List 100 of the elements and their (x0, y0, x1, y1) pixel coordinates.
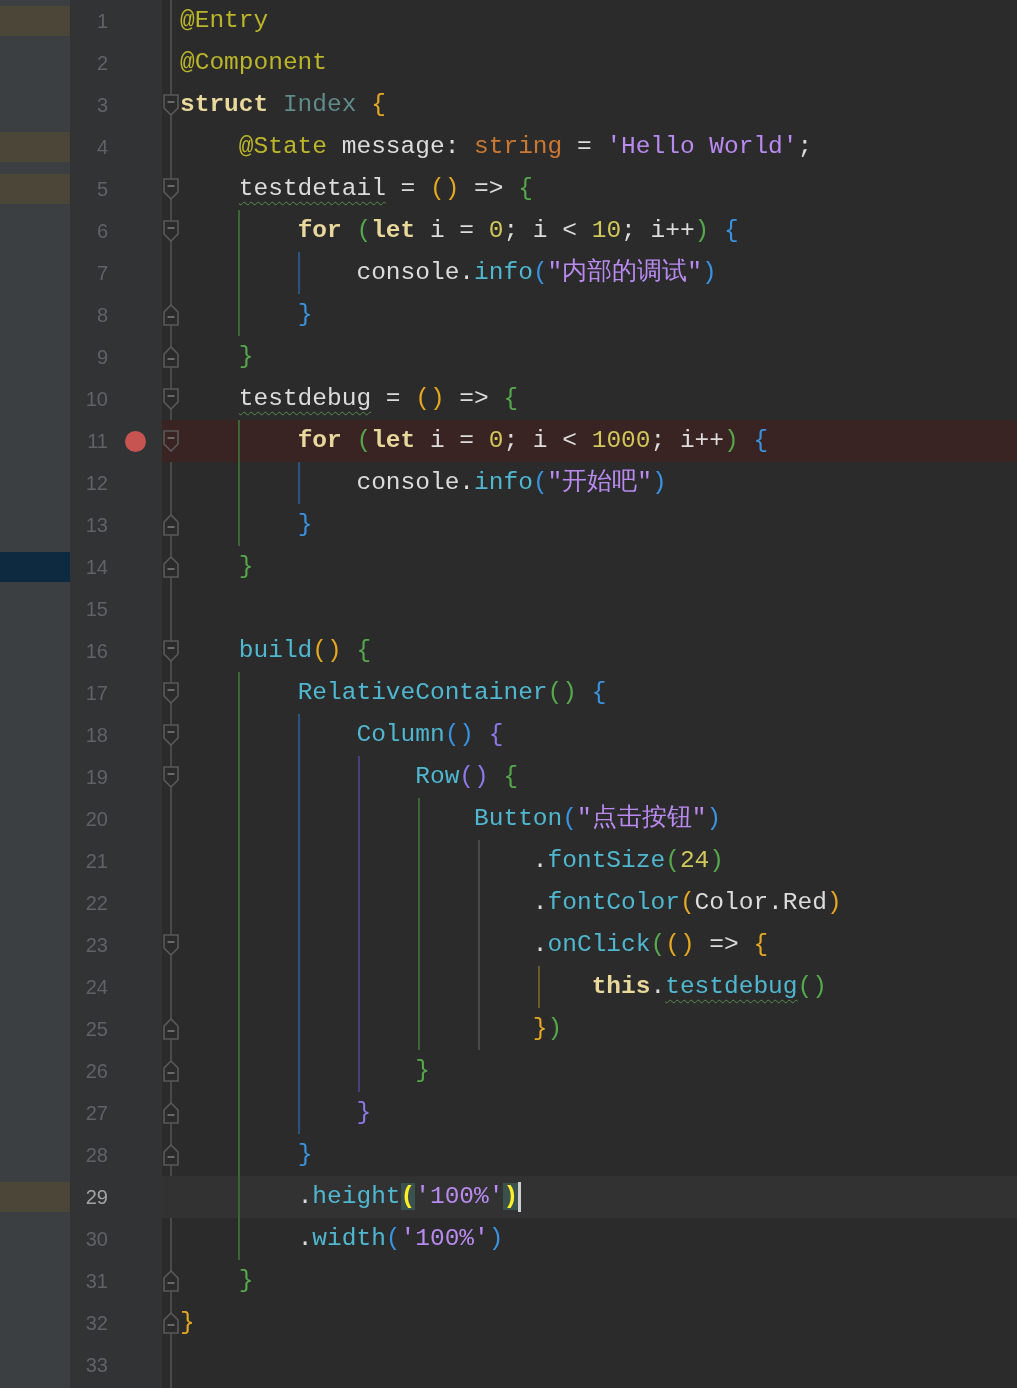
code-token: () (429, 175, 460, 202)
code-token: } (356, 1099, 372, 1126)
code-token: => (474, 175, 504, 202)
fold-collapse-icon[interactable] (163, 388, 179, 410)
fold-collapse-icon[interactable] (163, 766, 179, 788)
fold-collapse-icon[interactable] (163, 220, 179, 242)
fold-end-icon[interactable] (163, 1144, 179, 1166)
code-token: ) (724, 427, 739, 454)
code-token: this (591, 973, 651, 1000)
code-token: { (503, 385, 519, 412)
code-token: { (371, 91, 386, 118)
code-token: () (444, 721, 475, 748)
code-token: ( (532, 259, 548, 286)
code-token: () (415, 385, 445, 412)
code-token: ) (702, 259, 717, 286)
fold-collapse-icon[interactable] (163, 430, 179, 452)
code-token: { (488, 721, 504, 748)
fold-end-icon[interactable] (163, 346, 179, 368)
code-token: "开始吧" (547, 469, 652, 496)
fold-collapse-icon[interactable] (163, 682, 179, 704)
code-token: { (591, 679, 607, 706)
code-token: . (532, 847, 548, 874)
code-token: } (238, 553, 254, 580)
code-token: () (665, 931, 695, 958)
code-token: info (474, 469, 533, 496)
code-token: @Component (180, 49, 328, 76)
code-token: Row (415, 763, 460, 790)
fold-collapse-icon[interactable] (163, 724, 179, 746)
fold-end-icon[interactable] (163, 304, 179, 326)
code-token: { (724, 217, 739, 244)
code-token: ) (652, 469, 667, 496)
code-token: ) (488, 1225, 504, 1252)
code-token: for (297, 427, 342, 454)
code-token: { (518, 175, 533, 202)
fold-collapse-icon[interactable] (163, 934, 179, 956)
code-token: . (297, 1225, 313, 1252)
code-token: string (474, 133, 563, 160)
code-token: . (297, 1183, 313, 1210)
code-token: = (577, 133, 592, 160)
code-token: 10 (591, 217, 622, 244)
code-token: ) (547, 1015, 563, 1042)
code-token: ( (679, 889, 695, 916)
code-token: height (312, 1183, 401, 1210)
code-token: { (356, 637, 372, 664)
code-token: Index (282, 91, 357, 118)
code-token: "点击按钮" (577, 805, 707, 832)
code-token: } (297, 301, 313, 328)
code-token: 24 (679, 847, 710, 874)
code-token: = (400, 175, 416, 202)
code-token: '100%' (415, 1183, 504, 1210)
code-token: } (297, 1141, 313, 1168)
code-token: testdebug (238, 385, 372, 412)
code-token: RelativeContainer (297, 679, 548, 706)
code-token: { (503, 763, 519, 790)
code-token: let (371, 217, 416, 244)
code-token: ( (385, 1225, 401, 1252)
code-token: ( (400, 1183, 416, 1210)
fold-end-icon[interactable] (163, 556, 179, 578)
code-token: => (459, 385, 489, 412)
code-token: 'Hello World' (606, 133, 798, 160)
code-token: ; i < (503, 217, 577, 244)
code-token: } (238, 343, 254, 370)
code-token: onClick (547, 931, 651, 958)
code-token: ; i++ (650, 427, 724, 454)
code-token: fontColor (547, 889, 680, 916)
code-token: () (797, 973, 827, 1000)
code-token: ; i < (503, 427, 577, 454)
fold-end-icon[interactable] (163, 1060, 179, 1082)
fold-end-icon[interactable] (163, 1270, 179, 1292)
code-token: testdebug (665, 973, 798, 1000)
fold-end-icon[interactable] (163, 1312, 179, 1334)
code-token: console. (356, 469, 475, 496)
code-token: testdetail (238, 175, 386, 202)
code-token: } (238, 1267, 254, 1294)
code-token: { (753, 931, 769, 958)
code-token: 0 (488, 427, 504, 454)
code-token: ) (694, 217, 710, 244)
code-token: let (371, 427, 416, 454)
fold-collapse-icon[interactable] (163, 178, 179, 200)
code-token: Column (356, 721, 445, 748)
code-token: struct (180, 91, 269, 118)
code-token: 0 (488, 217, 504, 244)
fold-end-icon[interactable] (163, 514, 179, 536)
code-token: info (474, 259, 533, 286)
fold-collapse-icon[interactable] (163, 94, 179, 116)
code-token: "内部的调试" (547, 259, 702, 286)
code-token: ; (797, 133, 813, 160)
code-token: '100%' (400, 1225, 489, 1252)
code-token: @Entry (180, 7, 269, 34)
code-token: build (238, 637, 313, 664)
fold-end-icon[interactable] (163, 1018, 179, 1040)
code-token: { (753, 427, 769, 454)
code-token: = (385, 385, 401, 412)
code-token: } (180, 1309, 195, 1336)
code-token: ) (826, 889, 842, 916)
fold-collapse-icon[interactable] (163, 640, 179, 662)
breakpoint-icon[interactable] (124, 430, 146, 452)
code-token: 1000 (591, 427, 651, 454)
fold-end-icon[interactable] (163, 1102, 179, 1124)
code-token: ( (532, 469, 548, 496)
